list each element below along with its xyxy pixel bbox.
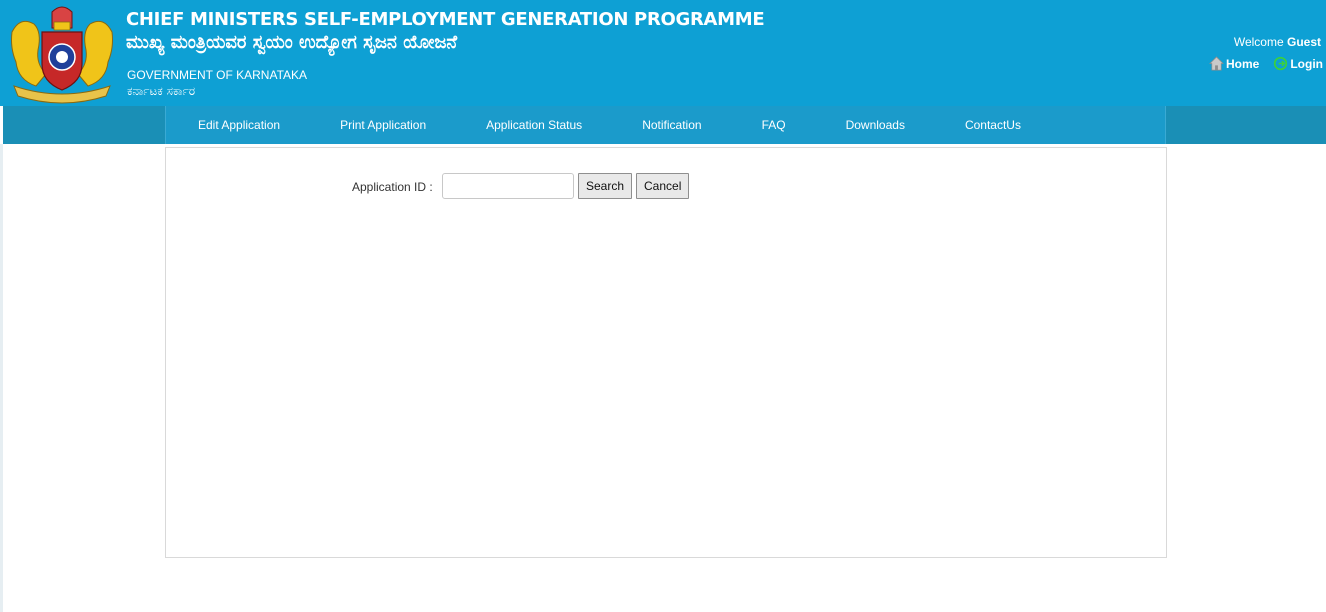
left-edge-strip	[0, 144, 3, 612]
login-icon	[1274, 56, 1288, 71]
nav-notification[interactable]: Notification	[642, 118, 701, 132]
search-button[interactable]: Search	[578, 173, 632, 199]
nav-downloads[interactable]: Downloads	[846, 118, 905, 132]
government-name-kannada: ಕರ್ನಾಟಕ ಸರ್ಕಾರ	[127, 84, 196, 98]
nav-application-status[interactable]: Application Status	[486, 118, 582, 132]
cancel-button[interactable]: Cancel	[636, 173, 689, 199]
welcome-prefix: Welcome	[1233, 35, 1284, 49]
nav-edit-application[interactable]: Edit Application	[198, 118, 280, 132]
application-id-label: Application ID :	[352, 180, 433, 194]
login-link-label: Login	[1290, 56, 1323, 71]
government-name-english: GOVERNMENT OF KARNATAKA	[127, 68, 308, 82]
login-link[interactable]: Login	[1273, 56, 1323, 71]
nav-print-application[interactable]: Print Application	[340, 118, 426, 132]
home-link-label: Home	[1226, 56, 1260, 71]
home-link[interactable]: Home	[1209, 56, 1259, 71]
nav-contact-us[interactable]: ContactUs	[965, 118, 1021, 132]
site-title-kannada: ಮುಖ್ಯ ಮಂತ್ರಿಯವರ ಸ್ವಯಂ ಉದ್ಯೋಗ ಸೃಜನ ಯೋಜನೆ	[126, 32, 458, 53]
main-navigation: Edit Application Print Application Appli…	[165, 106, 1166, 144]
home-icon	[1209, 56, 1224, 71]
site-title-english: CHIEF MINISTERS SELF-EMPLOYMENT GENERATI…	[126, 9, 765, 30]
welcome-username: Guest	[1286, 35, 1321, 49]
karnataka-emblem-icon	[11, 6, 113, 104]
application-id-input[interactable]	[442, 173, 574, 199]
content-panel	[165, 147, 1167, 558]
site-header: CHIEF MINISTERS SELF-EMPLOYMENT GENERATI…	[0, 0, 1326, 106]
welcome-text: Welcome Guest	[1234, 35, 1321, 49]
nav-faq[interactable]: FAQ	[762, 118, 786, 132]
top-links: Home Login	[1209, 56, 1323, 71]
